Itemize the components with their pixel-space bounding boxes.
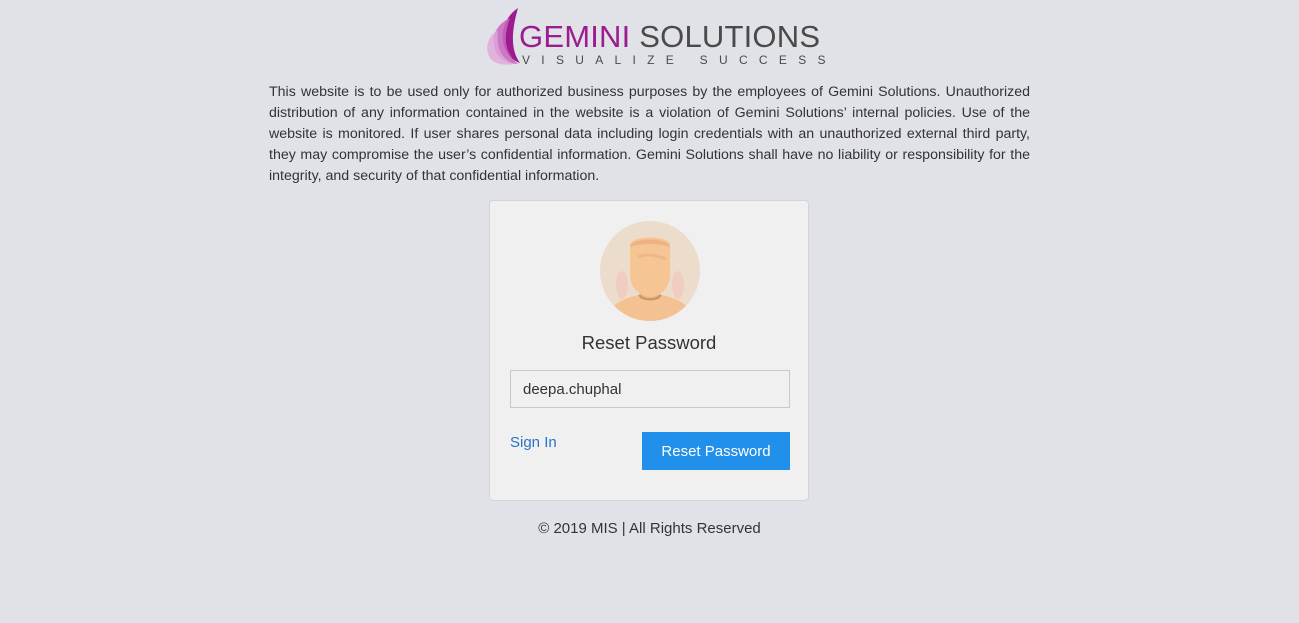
company-logo: GEMINI SOLUTIONS VISUALIZE SUCCESS [484,6,826,68]
brand-tagline: VISUALIZE SUCCESS [522,53,837,67]
brand-name-primary: GEMINI [519,19,631,54]
page: GEMINI SOLUTIONS VISUALIZE SUCCESS This … [0,0,1299,623]
brand-name: GEMINI SOLUTIONS [519,20,820,54]
username-input[interactable] [510,370,790,408]
user-avatar-icon [600,221,700,321]
sign-in-link[interactable]: Sign In [510,434,557,452]
card-title: Reset Password [581,332,717,353]
brand-name-secondary: SOLUTIONS [639,19,821,54]
disclaimer-text: This website is to be used only for auth… [269,84,1030,184]
reset-password-card: Reset Password Sign In Reset Password [489,200,809,501]
footer-copyright: © 2019 MIS | All Rights Reserved [538,520,761,537]
butterfly-logo-icon [487,8,520,65]
reset-password-button[interactable]: Reset Password [642,432,790,470]
